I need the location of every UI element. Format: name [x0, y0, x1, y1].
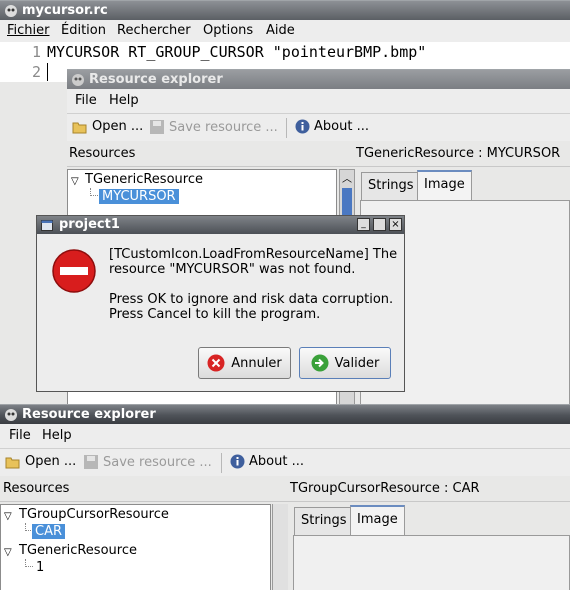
- menu-options[interactable]: Options: [203, 23, 253, 38]
- explorer2-tabs: Strings Image: [291, 503, 570, 590]
- error-dialog: project1 _ × [TCustomIcon.LoadFromResour…: [36, 215, 405, 392]
- menu-fichier[interactable]: Fichier: [7, 23, 50, 38]
- about-button[interactable]: About ...: [230, 454, 304, 469]
- tab-strings[interactable]: Strings: [361, 172, 421, 200]
- explorer1-title: Resource explorer: [89, 72, 223, 87]
- explorer2-toolbar: Open ... Save resource ... About ...: [0, 448, 570, 476]
- cancel-icon: [207, 354, 225, 372]
- menu-help[interactable]: Help: [42, 428, 72, 443]
- menu-help[interactable]: Help: [109, 93, 139, 108]
- expander-icon[interactable]: ▽: [4, 547, 12, 558]
- code-line-1: MYCURSOR RT_GROUP_CURSOR "pointeurBMP.bm…: [47, 43, 427, 61]
- message-line: [TCustomIcon.LoadFromResourceName] The: [109, 247, 398, 262]
- editor-title: mycursor.rc: [22, 3, 108, 18]
- text-cursor: [47, 63, 48, 81]
- explorer2-titlebar[interactable]: Resource explorer: [0, 404, 570, 424]
- window-icon: [41, 220, 53, 231]
- menu-rechercher[interactable]: Rechercher: [117, 23, 191, 38]
- explorer2-resources-header: Resources: [3, 481, 70, 496]
- tree-group[interactable]: TGenericResource: [19, 543, 137, 558]
- message-line: Press Cancel to kill the program.: [109, 307, 321, 322]
- explorer1-split-line: [67, 166, 570, 167]
- menu-file[interactable]: File: [75, 93, 97, 108]
- folder-open-icon: [5, 457, 20, 468]
- open-button[interactable]: Open ...: [5, 454, 76, 469]
- tree-connector: [25, 559, 33, 567]
- explorer2-detail-header: TGroupCursorResource : CAR: [290, 481, 480, 496]
- close-icon[interactable]: ×: [389, 218, 402, 231]
- tree-item[interactable]: 1: [36, 560, 44, 575]
- dialog-titlebar[interactable]: project1 _ ×: [37, 216, 404, 234]
- explorer2-split-line: [0, 501, 570, 502]
- tree-item-selected[interactable]: MYCURSOR: [99, 189, 179, 204]
- about-button[interactable]: About ...: [295, 119, 369, 134]
- app-icon: [5, 409, 17, 421]
- save-resource-button[interactable]: Save resource ...: [83, 454, 212, 470]
- ok-arrow-icon: [311, 354, 329, 372]
- tree-group[interactable]: TGroupCursorResource: [19, 507, 169, 522]
- line-number-2: 2: [32, 63, 42, 81]
- editor-menubar: Fichier Édition Rechercher Options Aide: [0, 20, 570, 42]
- explorer1-titlebar[interactable]: Resource explorer: [67, 69, 570, 89]
- folder-open-icon: [72, 122, 87, 133]
- dialog-message: [TCustomIcon.LoadFromResourceName] The r…: [109, 247, 397, 322]
- cancel-button[interactable]: Annuler: [198, 347, 291, 379]
- explorer2-menubar: File Help: [0, 424, 570, 448]
- message-line: Press OK to ignore and risk data corrupt…: [109, 292, 394, 307]
- save-icon: [150, 120, 164, 134]
- explorer1-menubar: File Help: [67, 89, 570, 113]
- explorer2-scrollbar[interactable]: [272, 504, 288, 590]
- maximize-icon[interactable]: [373, 218, 386, 231]
- tab-strings[interactable]: Strings: [294, 507, 354, 535]
- explorer1-detail-header: TGenericResource : MYCURSOR: [356, 146, 561, 161]
- line-number-1: 1: [32, 43, 42, 61]
- save-icon: [84, 455, 98, 469]
- tree-connector: [90, 188, 98, 196]
- ok-button[interactable]: Valider: [299, 347, 391, 379]
- editor-titlebar[interactable]: mycursor.rc: [0, 0, 570, 20]
- tab-image[interactable]: Image: [417, 170, 472, 200]
- scroll-up-icon[interactable]: ︿: [342, 170, 352, 185]
- tab-image[interactable]: Image: [350, 505, 405, 535]
- info-icon: [295, 119, 310, 134]
- toolbar-separator: [221, 453, 222, 473]
- open-button[interactable]: Open ...: [72, 119, 143, 134]
- expander-icon[interactable]: ▽: [4, 511, 12, 522]
- explorer2-title: Resource explorer: [22, 407, 156, 422]
- explorer2-resource-tree[interactable]: ▽ TGroupCursorResource CAR ▽ TGenericRes…: [0, 504, 271, 590]
- error-icon: [52, 249, 96, 293]
- expander-icon[interactable]: ▽: [71, 176, 79, 187]
- menu-file[interactable]: File: [9, 428, 31, 443]
- toolbar-separator: [286, 118, 287, 138]
- explorer1-toolbar: Open ... Save resource ... About ...: [67, 113, 570, 141]
- app-icon: [72, 74, 84, 86]
- message-line: resource "MYCURSOR" was not found.: [109, 262, 356, 277]
- dialog-title: project1: [59, 217, 120, 232]
- tree-item-selected[interactable]: CAR: [32, 524, 66, 539]
- save-resource-button[interactable]: Save resource ...: [149, 119, 278, 135]
- explorer1-resources-header: Resources: [69, 146, 136, 161]
- menu-edition[interactable]: Édition: [61, 23, 106, 38]
- image-panel: [293, 535, 570, 590]
- info-icon: [230, 454, 245, 469]
- menu-aide[interactable]: Aide: [266, 23, 295, 38]
- minimize-icon[interactable]: _: [357, 218, 370, 231]
- tree-group[interactable]: TGenericResource: [85, 172, 203, 187]
- app-icon: [5, 5, 17, 17]
